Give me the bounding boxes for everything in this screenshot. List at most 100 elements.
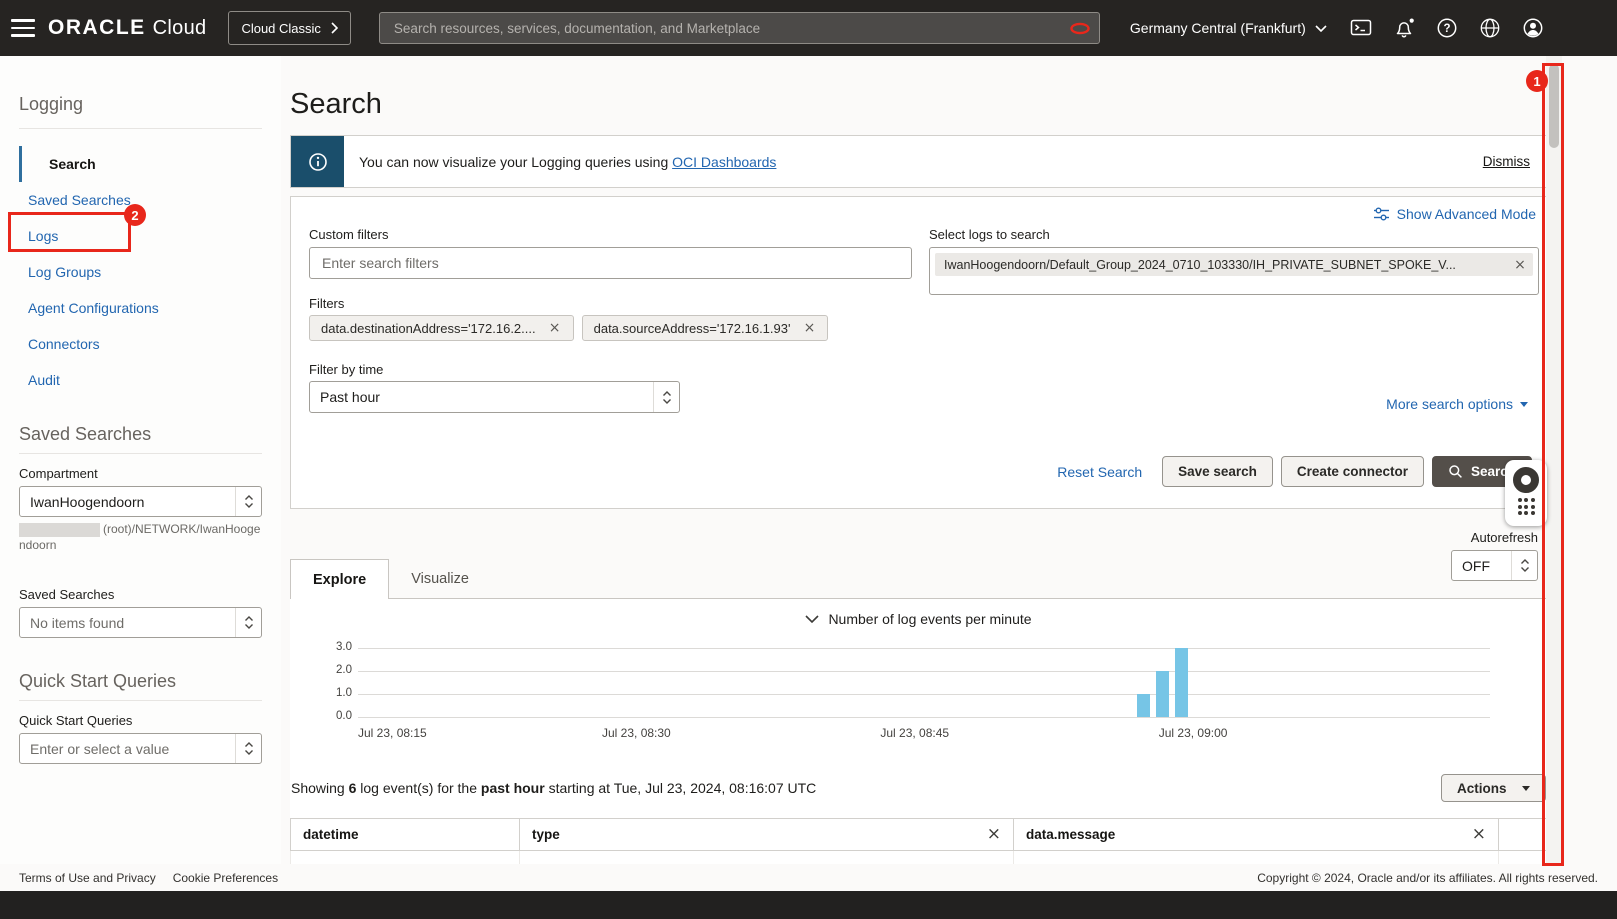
reset-search-link[interactable]: Reset Search: [1057, 464, 1142, 480]
custom-filters-input[interactable]: [309, 247, 912, 279]
remove-column-icon[interactable]: ×: [1472, 826, 1486, 843]
global-search: [378, 12, 1100, 44]
chart-plot: [358, 648, 1490, 718]
sidebar-item-log-groups[interactable]: Log Groups: [19, 254, 281, 290]
sidebar-item-label: Logs: [28, 228, 59, 244]
topbar-icons: ?: [1347, 14, 1547, 42]
table-header-row: datetime type × data.message ×: [290, 818, 1547, 851]
svg-text:?: ?: [1443, 23, 1450, 35]
search-panel-buttons: Reset Search Save search Create connecto…: [1057, 456, 1532, 487]
profile-button[interactable]: [1519, 14, 1547, 42]
floating-launcher-widget[interactable]: [1505, 460, 1547, 526]
saved-searches-value: No items found: [30, 614, 125, 631]
filter-chips: data.destinationAddress='172.16.2.... × …: [309, 315, 829, 341]
column-header-data-message[interactable]: data.message ×: [1014, 819, 1499, 850]
x-tick-label: Jul 23, 08:30: [602, 726, 671, 740]
divider: [19, 453, 262, 454]
cloud-classic-label: Cloud Classic: [241, 20, 321, 36]
language-button[interactable]: [1476, 14, 1504, 42]
select-chevrons-icon: [235, 487, 261, 516]
chart-bar: [1174, 648, 1188, 717]
region-label: Germany Central (Frankfurt): [1129, 20, 1306, 36]
save-search-button[interactable]: Save search: [1162, 456, 1273, 487]
remove-filter-icon[interactable]: ×: [800, 320, 818, 336]
vertical-scrollbar[interactable]: [1546, 56, 1562, 864]
terms-link[interactable]: Terms of Use and Privacy: [19, 871, 156, 885]
saved-searches-heading: Saved Searches: [19, 424, 152, 444]
banner-message-text: You can now visualize your Logging queri…: [359, 153, 673, 170]
sidebar-item-logs[interactable]: Logs: [19, 218, 281, 254]
oracle-cloud-logo: ORACLE Cloud: [48, 16, 206, 40]
more-search-options-link[interactable]: More search options: [1386, 396, 1528, 412]
autorefresh-label: Autorefresh: [1470, 530, 1538, 545]
time-range-select[interactable]: Past hour: [309, 381, 680, 413]
remove-column-icon[interactable]: ×: [987, 826, 1001, 843]
sidebar-item-label: Agent Configurations: [28, 300, 159, 316]
table-row[interactable]: [290, 851, 1547, 864]
create-connector-button[interactable]: Create connector: [1280, 456, 1424, 487]
remove-filter-icon[interactable]: ×: [546, 320, 564, 336]
y-tick-label: 1.0: [336, 687, 352, 699]
chart-bar: [1155, 671, 1169, 717]
summary-text: starting at Tue, Jul 23, 2024, 08:16:07 …: [544, 780, 817, 796]
actions-button[interactable]: Actions: [1441, 774, 1546, 802]
search-panel: Show Advanced Mode Custom filters Select…: [290, 196, 1547, 509]
bottom-chrome: [0, 891, 1617, 919]
column-header-type[interactable]: type ×: [520, 819, 1014, 850]
divider: [19, 128, 262, 129]
table-cell: [291, 851, 520, 864]
caret-down-icon: [1521, 785, 1530, 791]
column-header-datetime[interactable]: datetime: [291, 819, 520, 850]
tab-explore[interactable]: Explore: [290, 559, 390, 599]
cloud-classic-button[interactable]: Cloud Classic: [228, 11, 351, 45]
selected-log-chip-text: IwanHoogendoorn/Default_Group_2024_0710_…: [944, 257, 1456, 272]
cookie-preferences-link[interactable]: Cookie Preferences: [173, 871, 278, 885]
scrollbar-thumb[interactable]: [1549, 64, 1559, 148]
sidebar-item-audit[interactable]: Audit: [19, 362, 281, 398]
select-chevrons-icon: [1511, 551, 1537, 580]
select-chevrons-icon: [235, 734, 261, 763]
sidebar-nav: Search Saved Searches Logs Log Groups Ag…: [0, 146, 281, 398]
notifications-button[interactable]: [1390, 14, 1418, 42]
select-chevrons-icon: [653, 382, 679, 412]
region-selector[interactable]: Germany Central (Frankfurt): [1130, 20, 1327, 36]
global-search-input[interactable]: [378, 12, 1100, 44]
show-advanced-mode-link[interactable]: Show Advanced Mode: [1373, 206, 1536, 222]
compartment-select[interactable]: IwanHoogendoorn: [19, 486, 262, 517]
menu-button[interactable]: [0, 0, 46, 56]
remove-log-icon[interactable]: ×: [1511, 257, 1529, 273]
annotation-step-1: 1: [1526, 70, 1548, 92]
sidebar-item-agent-configurations[interactable]: Agent Configurations: [19, 290, 281, 326]
help-button[interactable]: ?: [1433, 14, 1461, 42]
chart-header[interactable]: Number of log events per minute: [290, 611, 1547, 627]
oci-dashboards-link[interactable]: OCI Dashboards: [672, 154, 776, 170]
sidebar-item-search[interactable]: Search: [19, 146, 281, 182]
footer: Terms of Use and Privacy Cookie Preferen…: [0, 864, 1617, 891]
sidebar-item-label: Audit: [28, 372, 60, 388]
globe-icon: [1480, 18, 1500, 38]
tab-visualize[interactable]: Visualize: [389, 559, 491, 599]
sidebar-item-connectors[interactable]: Connectors: [19, 326, 281, 362]
gridline: [358, 717, 1490, 718]
select-chevrons-icon: [235, 608, 261, 637]
explore-panel: Number of log events per minute 3.0 2.0 …: [290, 598, 1547, 864]
autorefresh-select[interactable]: OFF: [1451, 550, 1538, 581]
annotation-step-2: 2: [124, 204, 146, 226]
sidebar-item-label: Saved Searches: [28, 192, 131, 208]
selected-logs-box[interactable]: IwanHoogendoorn/Default_Group_2024_0710_…: [929, 247, 1539, 295]
question-icon: ?: [1437, 18, 1457, 38]
sidebar-item-label: Connectors: [28, 336, 100, 352]
quick-start-select[interactable]: Enter or select a value: [19, 733, 262, 764]
sidebar-item-saved-searches[interactable]: Saved Searches: [19, 182, 281, 218]
cloud-shell-button[interactable]: [1347, 14, 1375, 42]
y-tick-label: 3.0: [336, 641, 352, 653]
page-title: Search: [290, 88, 382, 120]
quick-start-label: Quick Start Queries: [19, 713, 133, 728]
chevron-right-icon: [331, 22, 338, 34]
compartment-value: IwanHoogendoorn: [30, 493, 145, 510]
oracle-logo-icon: [1070, 22, 1090, 35]
gridline: [358, 694, 1490, 695]
cloud-wordmark: Cloud: [152, 17, 207, 39]
saved-searches-select[interactable]: No items found: [19, 607, 262, 638]
dismiss-link[interactable]: Dismiss: [1483, 154, 1530, 169]
